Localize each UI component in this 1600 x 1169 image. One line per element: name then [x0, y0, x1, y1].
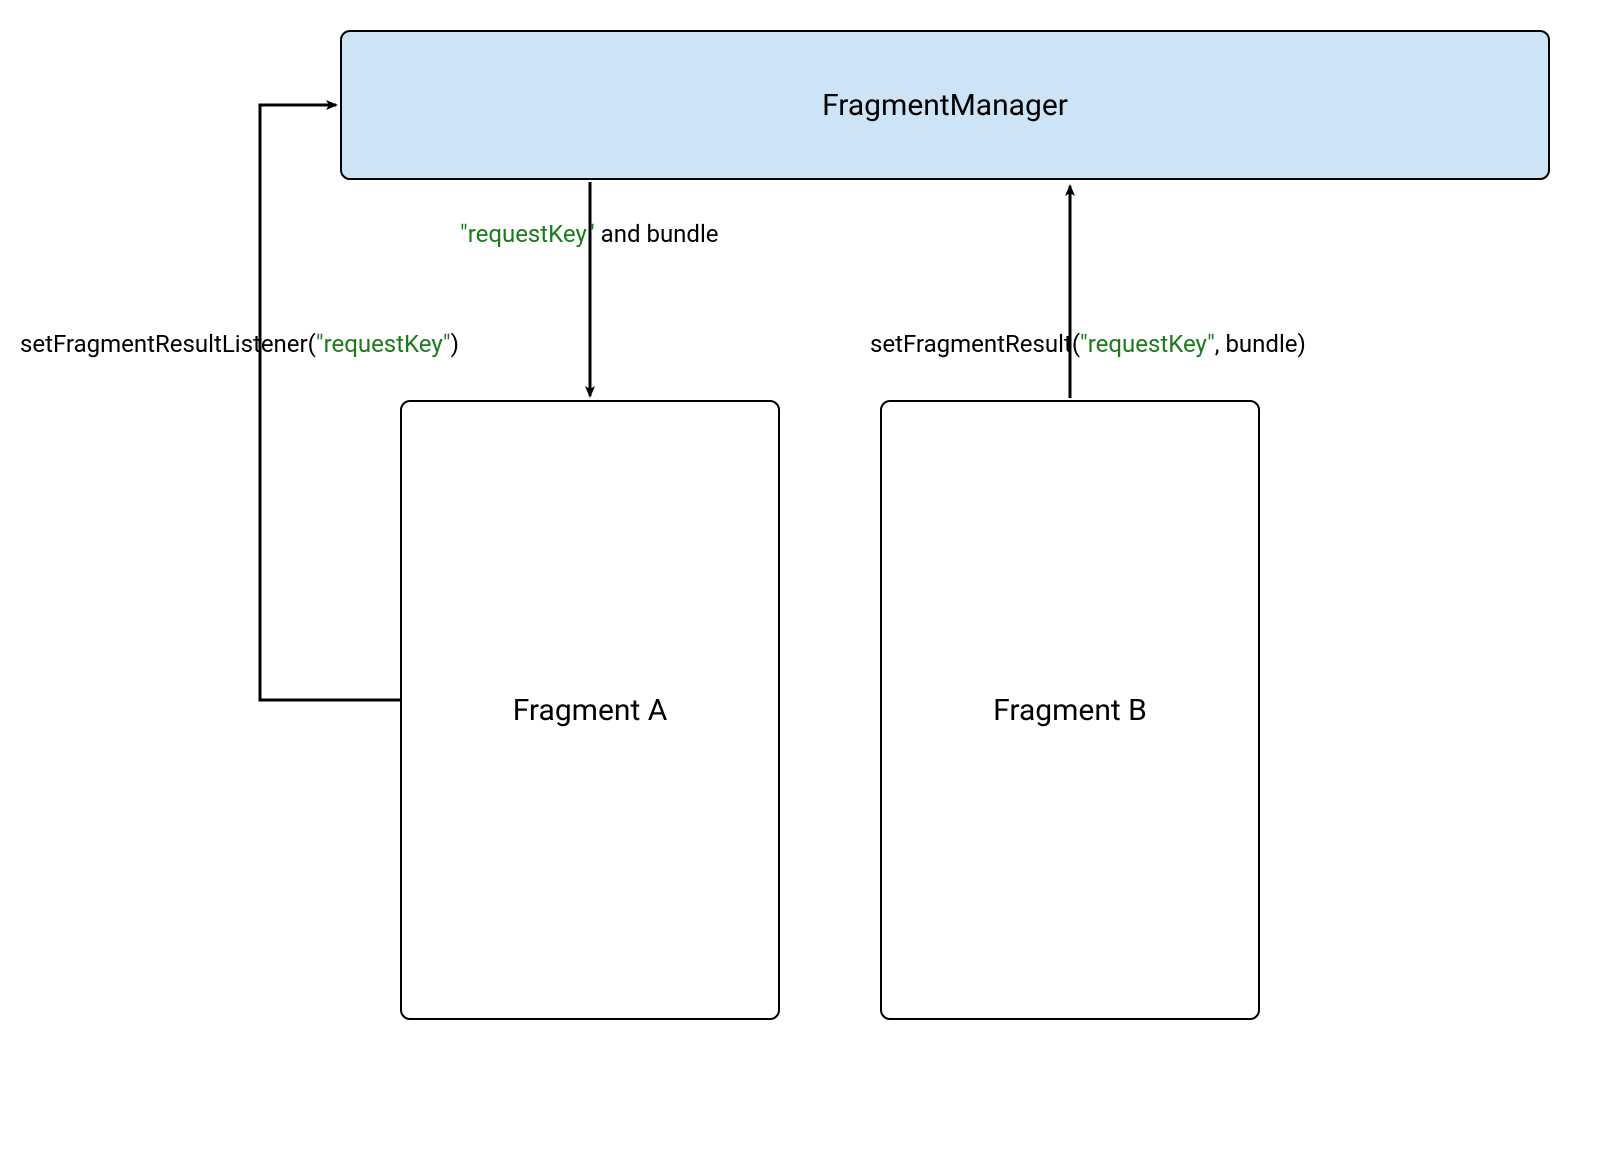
label-left-prefix: setFragmentResultListener(: [20, 330, 316, 358]
label-set-fragment-result: setFragmentResult("requestKey", bundle): [870, 330, 1306, 358]
box-fragment-a-label: Fragment A: [513, 693, 668, 728]
box-fragment-manager: FragmentManager: [340, 30, 1550, 180]
arrow-listener: [260, 105, 400, 700]
label-left-key: "requestKey": [316, 330, 451, 358]
box-fragment-b-label: Fragment B: [993, 693, 1147, 728]
label-right-key: "requestKey": [1080, 330, 1215, 358]
diagram-canvas: FragmentManager Fragment A Fragment B se…: [0, 0, 1600, 1169]
label-right-prefix: setFragmentResult(: [870, 330, 1080, 358]
label-right-suffix: , bundle): [1215, 330, 1306, 358]
box-fragment-manager-label: FragmentManager: [822, 88, 1068, 123]
label-left-suffix: ): [451, 330, 459, 358]
label-request-key-and-bundle: "requestKey" and bundle: [460, 220, 719, 248]
box-fragment-a: Fragment A: [400, 400, 780, 1020]
label-set-fragment-result-listener: setFragmentResultListener("requestKey"): [20, 330, 459, 358]
box-fragment-b: Fragment B: [880, 400, 1260, 1020]
label-middle-key: "requestKey": [460, 220, 595, 248]
label-middle-suffix: and bundle: [595, 220, 719, 248]
